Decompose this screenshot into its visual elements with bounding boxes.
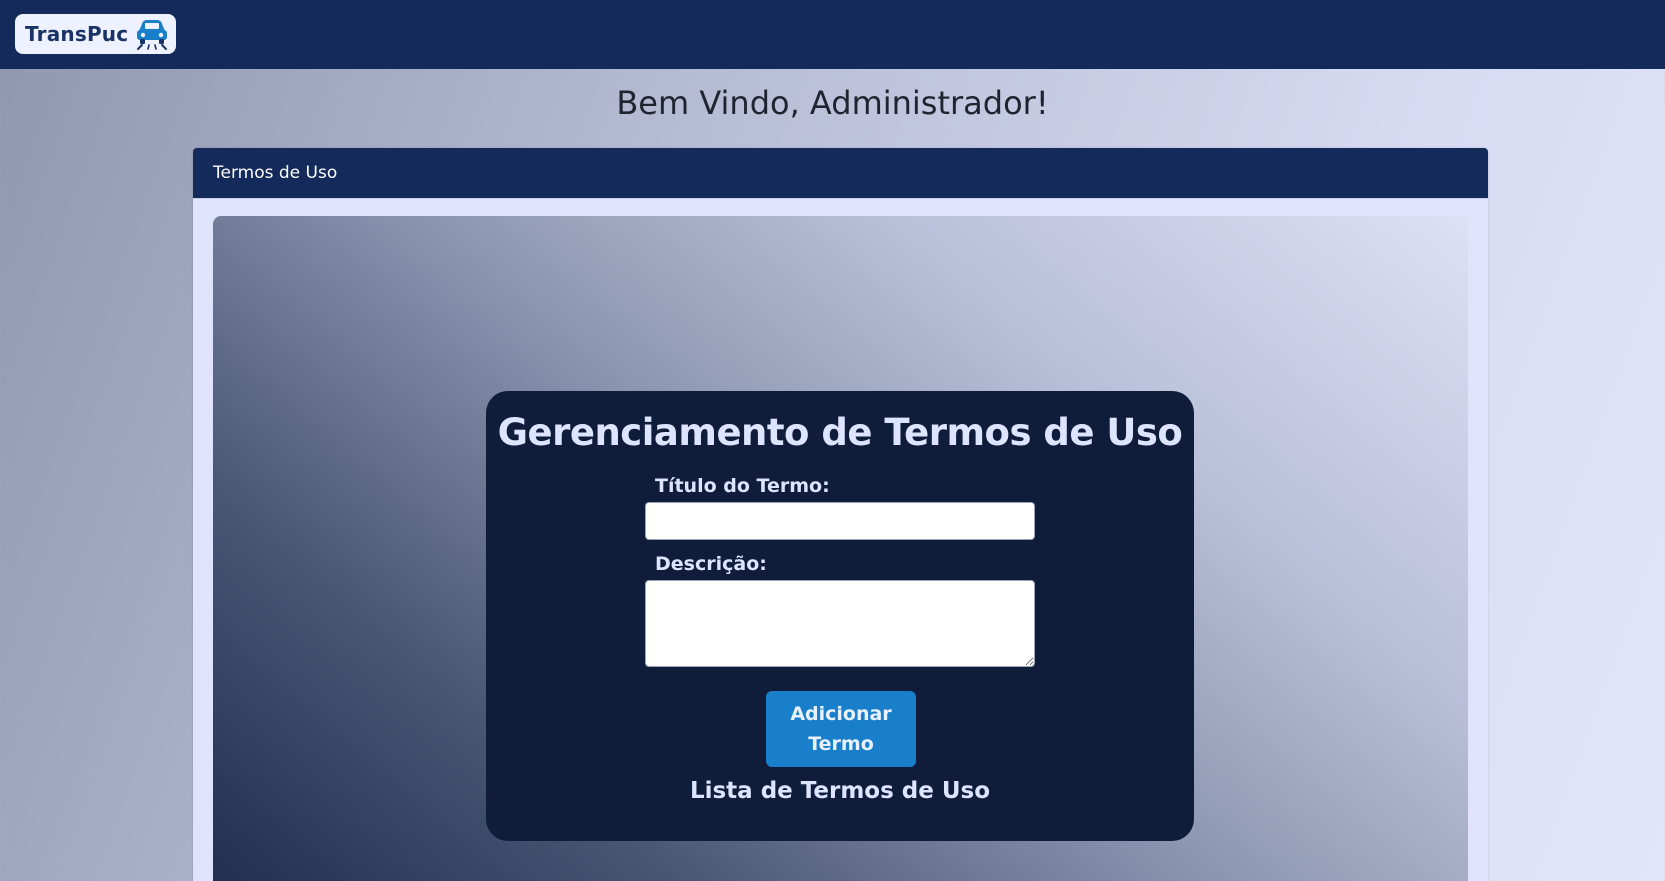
terms-list-title: Lista de Termos de Uso [689,778,991,804]
description-textarea[interactable] [645,580,1035,667]
welcome-heading: Bem Vindo, Administrador! [616,84,1049,122]
term-title-label: Título do Termo: [655,475,830,497]
car-icon [137,20,168,50]
term-title-input[interactable] [645,502,1035,540]
panel-title: Gerenciamento de Termos de Uso [497,411,1183,454]
description-label: Descrição: [655,553,767,575]
top-navbar: TransPuc [0,0,1665,69]
terms-management-panel: Gerenciamento de Termos de Uso Título do… [486,391,1194,841]
add-term-button[interactable]: Adicionar Termo [766,691,916,767]
brand-logo[interactable]: TransPuc [15,14,176,54]
brand-name: TransPuc [25,22,129,46]
card-header-title: Termos de Uso [193,148,1488,199]
